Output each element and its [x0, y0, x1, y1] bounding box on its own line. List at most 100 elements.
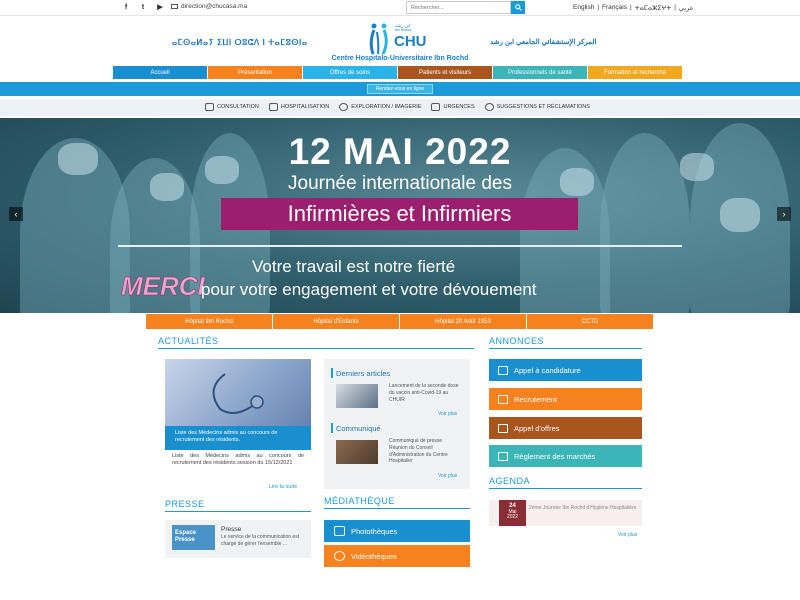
logo-small-french: Ibn Rochd [395, 28, 411, 32]
nav-offres-de-soins[interactable]: Offres de soins [303, 66, 397, 79]
slider-next-arrow[interactable]: › [777, 207, 791, 221]
centre-name: Centre Hospitalo-Universitaire Ibn Rochd [331, 55, 469, 62]
lang-francais[interactable]: Français [602, 4, 627, 12]
button-label: Photothèques [351, 526, 398, 536]
nav-patients-visiteurs[interactable]: Patients et visiteurs [398, 66, 492, 79]
mediatheque-rule [324, 508, 470, 509]
logo-figure-icon [369, 23, 388, 55]
nav-presentation[interactable]: Présentation [208, 66, 302, 79]
facebook-icon[interactable]: f [122, 3, 130, 11]
button-label: Règlement des marchés [514, 451, 596, 461]
stethoscope-icon [212, 373, 264, 414]
main-nav: Accueil Présentation Offres de soins Pat… [113, 66, 682, 79]
communique-voir-plus[interactable]: Voir plus [438, 473, 457, 479]
hero-line-3: Votre travail est notre fierté [252, 257, 456, 276]
appel-candidature-button[interactable]: Appel à candidature [489, 359, 642, 381]
hospital-tabs: Hôpital Ibn Rochd Hôpital d'Enfants Hôpi… [146, 314, 653, 329]
subnav-exploration[interactable]: EXPLORATION / IMAGERIE [339, 103, 421, 111]
hero-line-1: Journée internationale des [288, 173, 512, 194]
tab-hopital-ibn-rochd[interactable]: Hôpital Ibn Rochd [146, 314, 272, 329]
actualites-title: ACTUALITÉS [158, 336, 219, 346]
search-input[interactable]: Rechercher... [406, 1, 511, 14]
agenda-rule [489, 488, 642, 489]
subnav-label: CONSULTATION [217, 104, 259, 110]
lang-arabic[interactable]: عربي [679, 4, 694, 12]
hero-date: 12 MAI 2022 [288, 131, 512, 172]
lang-tamazight[interactable]: ⵜⴰⵎⴰⵣⵉⵖⵜ [635, 4, 672, 12]
play-icon [334, 551, 345, 561]
hero-merci: MERCI [121, 271, 205, 302]
actualite-text: Liste des Médecins admis au concours de … [172, 453, 304, 467]
annonces-rule [489, 348, 642, 349]
videotheques-button[interactable]: Vidéothèques [324, 545, 470, 567]
tifinagh-title: ⴰⵎⵙⴰⵍⴰⵢ ⵉⵡⵏ ⵔⵓⵛⴷ ⵏ ⵜⴰⵎⵓⵙⵏⴰ [172, 38, 308, 47]
twitter-icon[interactable]: t [139, 3, 147, 11]
chu-logo[interactable]: ابن رشد Ibn Rochd CHU [365, 20, 445, 58]
logo-text: CHU [394, 33, 427, 50]
subnav-label: URGENCES [443, 104, 475, 110]
calendar-icon [205, 103, 214, 111]
agenda-text: 2ème Journée Ibn Rochd d'Hygiène Hospita… [529, 505, 637, 511]
ambulance-icon [431, 103, 441, 111]
nav-accueil[interactable]: Accueil [113, 66, 207, 79]
social-links: f t ▶ [122, 3, 164, 12]
tab-hopital-enfants[interactable]: Hôpital d'Enfants [273, 314, 399, 329]
subnav-hospitalisation[interactable]: HOSPITALISATION [268, 103, 330, 111]
youtube-icon[interactable]: ▶ [156, 3, 164, 11]
communique-thumbnail[interactable] [336, 440, 378, 464]
phototheques-button[interactable]: Photothèques [324, 520, 470, 542]
mediatheque-title: MÉDIATHÈQUE [324, 496, 395, 506]
presse-title: PRESSE [165, 499, 205, 509]
agenda-title: AGENDA [489, 476, 531, 486]
recrutement-button[interactable]: Recrutement [489, 388, 642, 410]
actualites-rule [158, 348, 474, 349]
agenda-year: 2022 [506, 514, 519, 521]
communique-text[interactable]: Communiqué de presse Réunion du Conseil … [389, 438, 459, 465]
message-icon [484, 103, 494, 111]
actualite-caption[interactable]: Liste des Médecins admis au concours de … [165, 426, 311, 450]
lang-english[interactable]: English [573, 4, 594, 12]
espace-presse-image: Espace Presse [172, 525, 215, 550]
scan-icon [339, 103, 349, 111]
email-link[interactable]: direction@chucasa.ma [171, 3, 247, 10]
subnav-label: SUGGESTIONS ET RÉCLAMATIONS [496, 104, 590, 110]
envelope-icon [171, 4, 178, 9]
agenda-date: 24 Mai 2022 [499, 500, 526, 526]
subnav-label: HOSPITALISATION [280, 104, 330, 110]
subnav-consultation[interactable]: CONSULTATION [205, 103, 259, 111]
button-label: Vidéothèques [351, 551, 397, 561]
file-icon [498, 423, 508, 433]
slider-prev-arrow[interactable]: ‹ [9, 207, 23, 221]
list-icon [498, 451, 508, 461]
agenda-voir-plus[interactable]: Voir plus [618, 532, 637, 538]
reglement-marches-button[interactable]: Règlement des marchés [489, 445, 642, 467]
search-button[interactable] [511, 1, 525, 14]
tab-cctd[interactable]: CCTD [527, 314, 653, 329]
subnav-urgences[interactable]: URGENCES [431, 103, 475, 111]
subnav-label: EXPLORATION / IMAGERIE [351, 104, 422, 110]
tab-hopital-20-aout[interactable]: Hôpital 20 Août 1953 [400, 314, 526, 329]
rdv-button[interactable]: Rendez-vous en ligne [367, 84, 433, 94]
services-nav: CONSULTATION HOSPITALISATION EXPLORATION… [0, 99, 800, 116]
button-label: Appel d'offres [514, 423, 560, 433]
button-label: Appel à candidature [514, 365, 581, 375]
annonces-title: ANNONCES [489, 336, 545, 346]
articles-voir-plus[interactable]: Voir plus [438, 411, 457, 417]
hero-divider [118, 245, 682, 247]
handshake-icon [498, 394, 508, 404]
button-label: Recrutement [514, 394, 557, 404]
lire-la-suite-link[interactable]: Lire la suite [269, 484, 297, 490]
agenda-item[interactable]: 24 Mai 2022 2ème Journée Ibn Rochd d'Hyg… [489, 500, 642, 526]
presse-rule [165, 511, 311, 512]
article-text[interactable]: Lancement de la seconde dose du vaccin a… [389, 383, 459, 403]
subnav-suggestions[interactable]: SUGGESTIONS ET RÉCLAMATIONS [484, 103, 590, 111]
appel-offres-button[interactable]: Appel d'offres [489, 417, 642, 439]
language-switcher: English | Français | ⵜⴰⵎⴰⵣⵉⵖⵜ | عربي [573, 4, 694, 12]
nav-professionnels[interactable]: Professionnels de santé [493, 66, 587, 79]
article-thumbnail[interactable] [336, 384, 378, 408]
derniers-articles-title: Derniers articles [336, 369, 391, 378]
hero-line-4: pour votre engagement et votre dévouemen… [201, 280, 537, 299]
nav-formation[interactable]: Formation et recherche [588, 66, 682, 79]
email-text: direction@chucasa.ma [181, 3, 248, 10]
presse-card[interactable]: Espace Presse Presse Le service de la co… [165, 520, 311, 558]
